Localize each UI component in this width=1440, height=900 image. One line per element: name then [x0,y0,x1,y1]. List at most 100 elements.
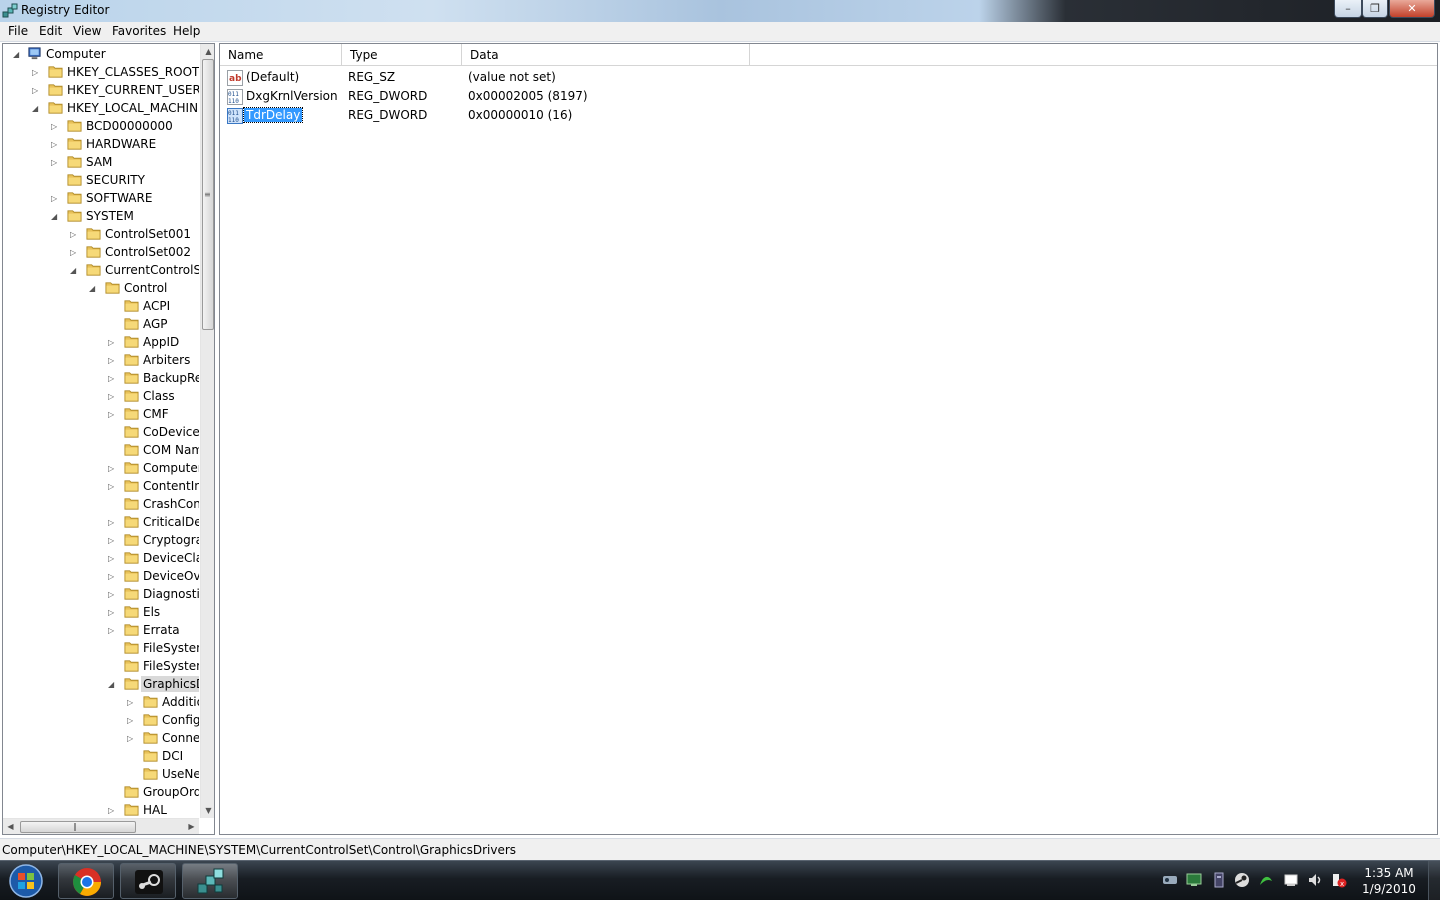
expand-arrow-icon[interactable]: ▷ [108,806,117,815]
tree-node[interactable]: ◢ HKEY_LOCAL_MACHINE [3,99,199,117]
column-header-name[interactable]: Name [220,44,342,66]
taskbar-regedit-button[interactable] [182,863,238,899]
collapse-arrow-icon[interactable]: ◢ [13,50,22,59]
minimize-button[interactable]: – [1334,0,1362,18]
menu-help[interactable]: Help [171,24,202,38]
expand-arrow-icon[interactable]: ▷ [108,608,117,617]
expand-arrow-icon[interactable]: ▷ [127,734,136,743]
tree-node[interactable]: SECURITY [3,171,199,189]
value-row[interactable]: ab (Default) REG_SZ (value not set) [220,68,920,87]
collapse-arrow-icon[interactable]: ◢ [32,104,41,113]
action-center-icon[interactable]: x [1330,871,1348,889]
steam-tray-icon[interactable] [1233,871,1251,889]
expand-arrow-icon[interactable]: ▷ [108,338,117,347]
collapse-arrow-icon[interactable]: ◢ [70,266,79,275]
tree-node[interactable]: ▷ Arbiters [3,351,199,369]
collapse-arrow-icon[interactable]: ◢ [51,212,60,221]
expand-arrow-icon[interactable]: ▷ [108,572,117,581]
tree-node[interactable]: ◢ SYSTEM [3,207,199,225]
tree-node[interactable]: ◢ Control [3,279,199,297]
tree-node[interactable]: FileSystem [3,639,199,657]
maximize-button[interactable]: ❐ [1362,0,1388,18]
expand-arrow-icon[interactable]: ▷ [51,140,60,149]
expand-arrow-icon[interactable]: ▷ [108,554,117,563]
taskbar-chrome-button[interactable] [58,863,114,899]
tree-node[interactable]: ▷ Computerl [3,459,199,477]
tree-node-selected[interactable]: ◢ GraphicsDr [3,675,199,693]
tree-node[interactable]: ▷ Errata [3,621,199,639]
tree-node[interactable]: ▷ BackupRes [3,369,199,387]
taskbar-steam-button[interactable] [120,863,176,899]
device-tray-icon[interactable] [1210,871,1228,889]
tree-node[interactable]: ▷ Diagnostic [3,585,199,603]
collapse-arrow-icon[interactable]: ◢ [89,284,98,293]
tree-node[interactable]: ▷ ContentInc [3,477,199,495]
expand-arrow-icon[interactable]: ▷ [108,518,117,527]
tree-node[interactable]: ▷ DeviceClas [3,549,199,567]
collapse-arrow-icon[interactable]: ◢ [108,680,117,689]
tree-node[interactable]: ▷ CMF [3,405,199,423]
expand-arrow-icon[interactable]: ▷ [108,392,117,401]
tree-node[interactable]: ◢ Computer [3,45,199,63]
monitor-tray-icon[interactable] [1185,871,1203,889]
tree-node[interactable]: ▷ Config [3,711,199,729]
start-button[interactable] [6,863,46,899]
tree-node[interactable]: ▷ Connec [3,729,199,747]
expand-arrow-icon[interactable]: ▷ [108,356,117,365]
tree-node[interactable]: ▷ SAM [3,153,199,171]
tree-node[interactable]: ▷ DeviceOve [3,567,199,585]
razer-tray-icon[interactable] [1257,871,1275,889]
tree-node[interactable]: ▷ CriticalDev [3,513,199,531]
flag-tray-icon[interactable] [1282,871,1300,889]
tree-horizontal-scroll-thumb[interactable] [20,821,136,833]
expand-arrow-icon[interactable]: ▷ [70,230,79,239]
value-row-selected[interactable]: 011 110 TdrDelay REG_DWORD 0x00000010 (1… [220,106,920,125]
expand-arrow-icon[interactable]: ▷ [108,536,117,545]
column-header-data[interactable]: Data [462,44,750,66]
show-desktop-button[interactable] [1428,861,1440,900]
menu-view[interactable]: View [71,24,103,38]
scroll-right-icon[interactable]: ▶ [184,819,199,834]
tree-node[interactable]: ▷ SOFTWARE [3,189,199,207]
value-row[interactable]: 011 110 DxgKrnlVersion REG_DWORD 0x00002… [220,87,920,106]
expand-arrow-icon[interactable]: ▷ [127,698,136,707]
scroll-up-icon[interactable]: ▲ [201,44,214,59]
tree-node[interactable]: ▷ BCD00000000 [3,117,199,135]
expand-arrow-icon[interactable]: ▷ [127,716,136,725]
scroll-left-icon[interactable]: ◀ [3,819,18,834]
expand-arrow-icon[interactable]: ▷ [108,374,117,383]
tree-node[interactable]: ◢ CurrentControlSet [3,261,199,279]
tree-node[interactable]: ▷ HARDWARE [3,135,199,153]
tree-vertical-scrollbar[interactable]: ▲ ≡ ▼ [200,44,214,818]
tree-node[interactable]: ▷ ControlSet001 [3,225,199,243]
tree-node[interactable]: ▷ HAL [3,801,199,818]
tree-node[interactable]: CoDeviceIr [3,423,199,441]
menu-favorites[interactable]: Favorites [110,24,168,38]
expand-arrow-icon[interactable]: ▷ [108,590,117,599]
expand-arrow-icon[interactable]: ▷ [32,86,41,95]
expand-arrow-icon[interactable]: ▷ [32,68,41,77]
tree-node[interactable]: ▷ Additio [3,693,199,711]
tree-node[interactable]: ▷ Cryptograp [3,531,199,549]
expand-arrow-icon[interactable]: ▷ [108,464,117,473]
tree-node[interactable]: UseNev [3,765,199,783]
menu-file[interactable]: File [6,24,30,38]
tree-node[interactable]: ACPI [3,297,199,315]
expand-arrow-icon[interactable]: ▷ [108,482,117,491]
tree-node[interactable]: FileSystem [3,657,199,675]
menu-edit[interactable]: Edit [37,24,64,38]
expand-arrow-icon[interactable]: ▷ [70,248,79,257]
expand-arrow-icon[interactable]: ▷ [108,410,117,419]
close-button[interactable]: ✕ [1389,0,1435,18]
expand-arrow-icon[interactable]: ▷ [51,158,60,167]
tree-node[interactable]: CrashCont [3,495,199,513]
tree-node[interactable]: ▷ ControlSet002 [3,243,199,261]
taskbar-clock[interactable]: 1:35 AM 1/9/2010 [1358,865,1420,897]
tree-node[interactable]: COM Nam [3,441,199,459]
tree-node[interactable]: AGP [3,315,199,333]
tree-node[interactable]: ▷ HKEY_CLASSES_ROOT [3,63,199,81]
volume-icon[interactable] [1306,871,1324,889]
tree-node[interactable]: ▷ Class [3,387,199,405]
scroll-down-icon[interactable]: ▼ [201,803,214,818]
expand-arrow-icon[interactable]: ▷ [108,626,117,635]
